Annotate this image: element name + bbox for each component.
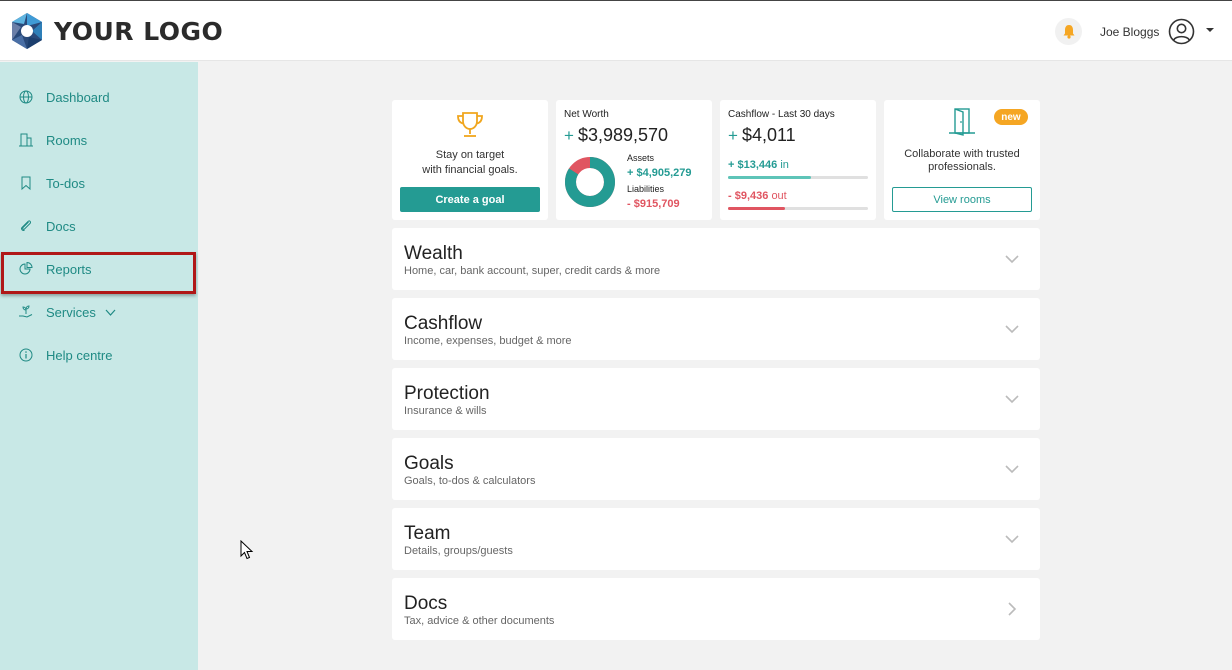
section-title: Goals [404,453,454,474]
net-worth-title: Net Worth [564,109,609,120]
logo-icon [12,13,42,49]
new-badge: new [994,109,1028,125]
chevron-down-icon[interactable] [1003,250,1021,268]
collaborate-line-1: Collaborate with trusted [904,148,1020,160]
notifications-button[interactable] [1055,18,1082,45]
cashflow-plus: + [728,126,738,145]
chevron-down-icon[interactable] [1003,530,1021,548]
section-team[interactable]: Team Details, groups/guests [392,508,1040,570]
section-subtitle: Income, expenses, budget & more [404,335,572,347]
section-title: Team [404,523,451,544]
paperclip-icon [21,220,32,231]
logo-text: YOUR LOGO [54,16,224,46]
create-goal-button[interactable]: Create a goal [400,187,540,212]
liabilities-value: - $915,709 [627,198,680,210]
chevron-down-icon[interactable] [1003,320,1021,338]
globe-icon [19,90,33,104]
cashflow-in-bar [728,176,868,179]
assets-label: Assets [627,153,655,163]
chevron-down-icon[interactable] [1003,460,1021,478]
logo[interactable]: YOUR LOGO [10,13,223,49]
cashflow-out-value: - $9,436 [728,190,769,202]
cashflow-value: $4,011 [741,125,796,145]
collaborate-description: Collaborate with trusted professionals. [884,148,1040,174]
sidebar: Dashboard Rooms To-dos Docs Reports Serv… [0,62,198,670]
cashflow-in-value: + $13,446 [728,159,778,171]
user-name[interactable]: Joe Bloggs [1100,25,1159,39]
bell-icon [1063,25,1074,39]
liabilities-label: Liabilities [627,184,665,194]
sidebar-item-label: Docs [46,218,76,234]
reports-highlight-box [1,252,196,294]
net-worth-amount: + $3,989,570 [564,125,668,146]
section-title: Cashflow [404,313,483,334]
sidebar-item-docs[interactable]: Docs [0,211,198,241]
cashflow-card[interactable]: Cashflow - Last 30 days + $4,011 + $13,44… [720,100,876,220]
sidebar-item-dashboard[interactable]: Dashboard [0,82,198,112]
sidebar-item-label: To-dos [46,175,86,191]
section-cashflow[interactable]: Cashflow Income, expenses, budget & more [392,298,1040,360]
cashflow-out-bar-fill [728,207,786,210]
net-worth-plus: + [564,126,574,145]
section-subtitle: Details, groups/guests [404,545,513,557]
collaborate-line-2: professionals. [928,161,996,173]
section-goals[interactable]: Goals Goals, to-dos & calculators [392,438,1040,500]
section-title: Wealth [404,243,463,264]
rooms-card: new Collaborate with trusted professiona… [884,100,1040,220]
sidebar-item-label: Dashboard [46,89,110,105]
sidebar-item-todos[interactable]: To-dos [0,168,198,198]
sidebar-item-help-centre[interactable]: Help centre [0,340,198,370]
sidebar-item-label: Help centre [46,347,113,363]
section-title: Protection [404,383,490,404]
cashflow-out-bar [728,207,868,210]
goal-line-2: with financial goals. [422,164,518,176]
section-title: Docs [404,593,448,614]
sidebar-item-services[interactable]: Services [0,297,198,327]
chevron-right-icon[interactable] [1003,600,1021,618]
cashflow-out: - $9,436 out [728,190,787,202]
trophy-icon [457,112,483,137]
goal-line-1: Stay on target [435,149,505,161]
sidebar-item-rooms[interactable]: Rooms [0,125,198,155]
net-worth-value: $3,989,570 [577,125,669,145]
section-protection[interactable]: Protection Insurance & wills [392,368,1040,430]
section-subtitle: Home, car, bank account, super, credit c… [404,265,661,277]
top-header: YOUR LOGO Joe Bloggs [0,0,1232,61]
assets-value: + $4,905,279 [627,167,692,179]
section-docs[interactable]: Docs Tax, advice & other documents [392,578,1040,640]
door-icon [949,108,975,136]
bookmark-icon [21,176,31,191]
chevron-down-icon[interactable] [104,306,117,319]
goal-description: Stay on target with financial goals. [392,148,548,178]
net-worth-donut-chart [565,157,615,207]
section-subtitle: Goals, to-dos & calculators [404,475,536,487]
section-subtitle: Tax, advice & other documents [404,615,555,627]
chevron-down-icon[interactable] [1003,390,1021,408]
view-rooms-button[interactable]: View rooms [892,187,1032,212]
cashflow-in: + $13,446 in [728,159,789,171]
cashflow-amount: + $4,011 [728,125,796,146]
user-avatar-icon[interactable] [1168,18,1195,45]
info-icon [19,348,33,362]
hand-plant-icon [19,305,33,318]
section-subtitle: Insurance & wills [404,405,487,417]
cashflow-in-label: in [780,159,789,171]
building-icon [19,133,33,147]
cashflow-out-label: out [771,190,787,202]
cashflow-title: Cashflow - Last 30 days [728,109,835,120]
mouse-cursor-icon [240,540,254,560]
goal-card: Stay on target with financial goals. Cre… [392,100,548,220]
caret-down-icon[interactable] [1206,28,1214,32]
net-worth-card[interactable]: Net Worth + $3,989,570 Assets + $4,905,27… [556,100,712,220]
cashflow-in-bar-fill [728,176,811,179]
sidebar-item-label: Services [46,304,96,320]
sidebar-item-label: Rooms [46,132,88,148]
section-wealth[interactable]: Wealth Home, car, bank account, super, c… [392,228,1040,290]
